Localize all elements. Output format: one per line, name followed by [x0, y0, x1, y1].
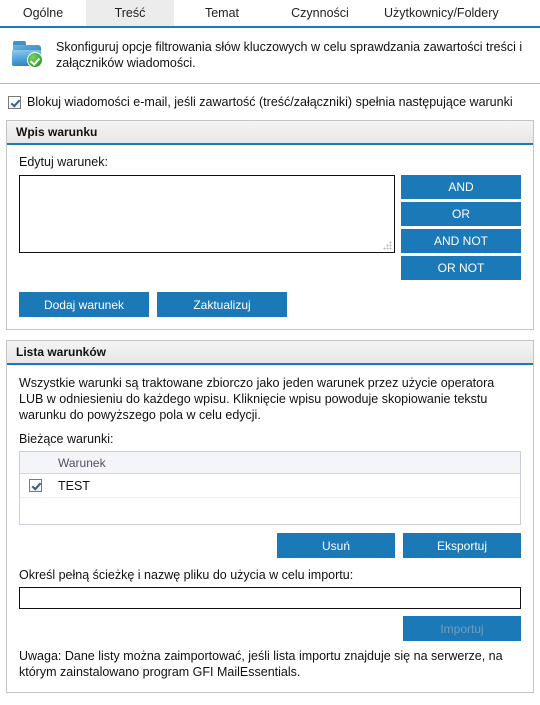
tab-label: Ogólne [22, 6, 64, 20]
condition-entry-body: Edytuj warunek: AND OR AND NOT OR NOT Do… [7, 145, 533, 329]
edit-condition-label: Edytuj warunek: [19, 155, 108, 169]
import-path-input[interactable] [19, 587, 521, 609]
intro-banner: Skonfiguruj opcje filtrowania słów klucz… [0, 28, 540, 84]
condition-list-panel: Lista warunków Wszystkie warunki są trak… [6, 340, 534, 693]
tab-temat[interactable]: Temat [174, 0, 270, 26]
import-note: Uwaga: Dane listy można zaimportować, je… [19, 649, 503, 679]
current-conditions-label: Bieżące warunki: [19, 432, 114, 446]
list-action-row: Usuń Eksportuj [19, 533, 521, 558]
tab-ogolne[interactable]: Ogólne [0, 0, 86, 26]
import-action-row: Importuj [19, 616, 521, 641]
tab-label: Treść [114, 6, 146, 20]
import-button[interactable]: Importuj [403, 616, 521, 641]
tab-label: Użytkownicy/Foldery [384, 6, 499, 20]
operator-or-button[interactable]: OR [401, 202, 521, 226]
add-condition-button[interactable]: Dodaj warunek [19, 292, 149, 317]
tab-bar: Ogólne Treść Temat Czynności Użytkownicy… [0, 0, 540, 28]
operator-and-button[interactable]: AND [401, 175, 521, 199]
page-content: Skonfiguruj opcje filtrowania słów klucz… [0, 28, 540, 693]
table-row[interactable]: TEST [20, 474, 520, 498]
tab-uzytkownicy-foldery[interactable]: Użytkownicy/Foldery [370, 0, 513, 26]
delete-button[interactable]: Usuń [277, 533, 395, 558]
condition-editor-row: AND OR AND NOT OR NOT [19, 175, 521, 280]
export-button[interactable]: Eksportuj [403, 533, 521, 558]
tab-tresc[interactable]: Treść [86, 0, 174, 26]
intro-description: Skonfiguruj opcje filtrowania słów klucz… [56, 40, 523, 70]
operator-and-not-button[interactable]: AND NOT [401, 229, 521, 253]
table-empty-area [20, 498, 520, 524]
condition-entry-panel: Wpis warunku Edytuj warunek: AND OR AND … [6, 120, 534, 330]
condition-list-description: Wszystkie warunki są traktowane zbiorczo… [19, 376, 495, 422]
condition-list-header: Lista warunków [7, 341, 533, 365]
table-header-row: Warunek [20, 452, 520, 474]
tab-label: Czynności [291, 6, 349, 20]
condition-action-row: Dodaj warunek Zaktualizuj [19, 292, 521, 317]
condition-list-body: Wszystkie warunki są traktowane zbiorczo… [7, 365, 533, 692]
panel-title: Lista warunków [16, 345, 107, 359]
block-email-checkbox[interactable] [8, 95, 21, 109]
condition-entry-header: Wpis warunku [7, 121, 533, 145]
operator-or-not-button[interactable]: OR NOT [401, 256, 521, 280]
column-header-condition: Warunek [58, 455, 106, 470]
folder-check-icon [12, 40, 44, 68]
block-email-checkbox-row[interactable]: Blokuj wiadomości e-mail, jeśli zawartoś… [0, 84, 540, 120]
row-checkbox[interactable] [28, 479, 42, 492]
condition-textarea-wrap [19, 175, 395, 253]
block-email-label: Blokuj wiadomości e-mail, jeśli zawartoś… [27, 95, 513, 109]
operator-button-group: AND OR AND NOT OR NOT [401, 175, 521, 280]
import-path-label: Określ pełną ścieżkę i nazwę pliku do uż… [19, 568, 354, 582]
row-condition-cell: TEST [58, 478, 90, 493]
tab-label: Temat [204, 6, 240, 20]
tab-czynnosci[interactable]: Czynności [270, 0, 370, 26]
update-condition-button[interactable]: Zaktualizuj [157, 292, 287, 317]
panel-title: Wpis warunku [16, 125, 98, 139]
condition-textarea[interactable] [19, 175, 395, 253]
row-select-cell[interactable] [20, 479, 56, 492]
conditions-table: Warunek TEST [19, 451, 521, 525]
